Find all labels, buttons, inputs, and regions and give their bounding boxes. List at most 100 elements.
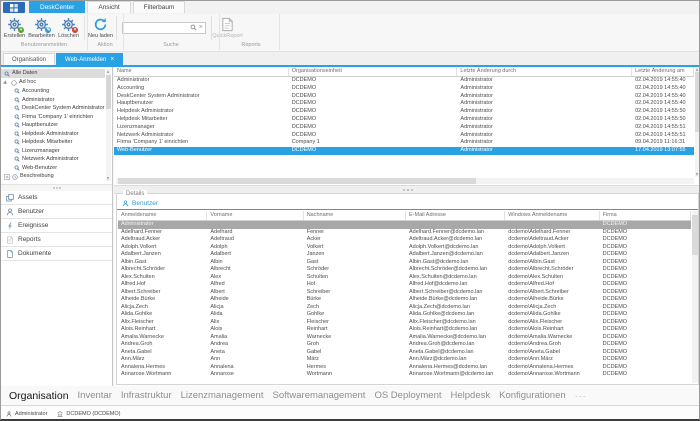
nav-item-konfigurationen[interactable]: Konfigurationen [499,390,566,401]
column-header-anmeldename[interactable]: Anmeldename [118,211,207,220]
doc-tab-web-anmelden[interactable]: Web-Anmelden× [56,53,123,65]
table-row[interactable]: Albin.GastAlbinGastAlbin.Gast@dcdemo.lan… [118,259,691,267]
nav-item-softwaremanagement[interactable]: Softwaremanagement [272,390,365,401]
nav-item-infrastruktur[interactable]: Infrastruktur [121,390,172,401]
sidebar-section-benutzer[interactable]: Benutzer [1,205,112,219]
table-row[interactable]: Alix.FleischerAlixFleischerAlix.Fleische… [118,319,691,327]
tree-item-web-benutzer[interactable]: Web-Benutzer [1,164,105,173]
scrollbar-thumb[interactable] [106,75,111,109]
folder-circle-icon [11,80,17,86]
nav-item-inventar[interactable]: Inventar [78,390,112,401]
chevron-expander-icon[interactable] [4,80,9,85]
details-tab-benutzer[interactable]: Benutzer [132,200,158,207]
tree-item-helpdesk-administrator[interactable]: Helpdesk Administrator [1,130,105,139]
table-row[interactable]: Firma 'Company 1' einrichtenCompany 1Adm… [114,139,694,147]
column-header-windows-anmeldename[interactable]: Windows Anmeldename [505,211,599,220]
sidebar-section-dokumente[interactable]: Dokumente [1,247,112,261]
column-header-e-mail-adresse[interactable]: E-Mail Adresse [406,211,505,220]
table-row[interactable]: Adeltraud.AckerAdeltraudAckerAdeltraud.A… [118,236,691,244]
tree-group-ad-hoc[interactable]: Ad hoc [1,78,105,87]
erstellen-button[interactable]: +Erstellen [1,15,28,41]
ribbon-tab-ansicht[interactable]: Ansicht [87,1,130,13]
search-input[interactable] [125,25,190,31]
scrollbar-thumb[interactable] [692,215,698,255]
table-row[interactable]: Alida.GohlkeAlidaGohlkeAlida.Gohlke@dcde… [118,311,691,319]
tree-item-accounting[interactable]: Accounting [1,87,105,96]
app-menu-button[interactable] [3,2,25,13]
plus-expander-icon[interactable] [4,174,10,180]
sidebar-section-reports[interactable]: Reports [1,233,112,247]
ribbon-tab-deskcenter[interactable]: DeskCenter [29,1,85,13]
table-row[interactable]: Amalia.WarneckeAmaliaWarneckeAmalia.Warn… [118,334,691,342]
table-row[interactable]: HauptbenutzerDCDEMOAdministrator02.04.20… [114,100,694,108]
table-row[interactable]: DeskCenter System AdministratorDCDEMOAdm… [114,93,694,101]
table-row[interactable]: Albrecht.SchröderAlbrechtSchröderAlbrech… [118,266,691,274]
column-header-firma[interactable]: Firma [600,211,691,220]
table-row[interactable]: Adolph.VolkertAdolphVolkertAdolph.Volker… [118,244,691,252]
tree-item-netzwerk-administrator[interactable]: Netzwerk Administrator [1,155,105,164]
table-row[interactable]: Alfred.HofAlfredHofAlfred.Hof@dcdemo.lan… [118,281,691,289]
table-row[interactable]: Albert.SchreiberAlbertSchreiberAlbert.Sc… [118,289,691,297]
nav-more-ellipsis[interactable]: ··· [575,391,587,401]
scroll-down-icon[interactable] [107,177,109,180]
ribbon-tab-filterbaum[interactable]: Filterbaum [133,1,186,13]
table-row[interactable]: LizenzmanagerDCDEMOAdministrator02.04.20… [114,124,694,132]
details-vertical-scrollbar[interactable] [692,211,698,383]
nav-item-lizenzmanagement[interactable]: Lizenzmanagement [181,390,264,401]
close-icon[interactable]: × [110,56,114,63]
tree-item-helpdesk-mitarbeiter[interactable]: Helpdesk Mitarbeiter [1,138,105,147]
table-row[interactable]: Adelhard.FennerAdelhardFennerAdelhard.Fe… [118,229,691,237]
table-row[interactable]: Helpdesk AdministratorDCDEMOAdministrato… [114,108,694,116]
table-row[interactable]: Alex.SchultenAlexSchultenAlex.Schulten@d… [118,274,691,282]
column-header-letzte-nderung-am[interactable]: Letzte Änderung am [632,67,694,76]
table-row[interactable]: Alheide.BürkeAlheideBürkeAlheide.Bürke@d… [118,296,691,304]
table-row[interactable]: Annarose.WortmannAnnaroseWortmannAnnaros… [118,371,691,379]
tree-item-alle-daten[interactable]: Alle Daten [1,69,105,78]
table-row[interactable]: Alicja.ZechAlicjaZechAlicja.Zech@dcdemo.… [118,304,691,312]
table-row[interactable]: AccountingDCDEMOAdministrator02.04.2019 … [114,85,694,93]
scroll-up-icon[interactable] [696,68,698,71]
column-header-name[interactable]: Name [114,67,289,76]
table-row[interactable]: Helpdesk MitarbeiterDCDEMOAdministrator0… [114,116,694,124]
report-icon [6,236,14,244]
tree-scrollbar[interactable] [106,69,111,181]
table-row[interactable]: Andrea.GrohAndreaGrohAndrea.Groh@dcdemo.… [118,341,691,349]
nav-item-organisation[interactable]: Organisation [9,390,69,402]
search-clear-icon[interactable]: × [199,24,203,32]
tree-item-lizenzmanager[interactable]: Lizenzmanager [1,147,105,156]
scrollbar-thumb[interactable] [118,178,476,184]
table-row[interactable]: Ann.MärzAnnMärzAnn.März@dcdemo.landcdemo… [118,356,691,364]
scroll-down-icon[interactable] [696,173,698,176]
tree-item-administrator[interactable]: Administrator [1,96,105,105]
table-row[interactable]: Annalena.HermesAnnalenaHermesAnnalena.He… [118,364,691,372]
column-header-letzte-nderung-durch[interactable]: Letzte Änderung durch [457,67,632,76]
table-row[interactable]: Web-BenutzerDCDEMOAdministrator17.04.201… [114,147,694,155]
search-icon[interactable] [190,24,197,31]
grid-horizontal-scrollbar[interactable] [116,178,694,184]
sidebar-section-ereignisse[interactable]: Ereignisse [1,219,112,233]
table-row[interactable]: AdministratorDCDEMO [118,221,691,229]
scrollbar-thumb[interactable] [695,72,700,132]
doc-tab-organisation[interactable]: Organisation [3,53,55,65]
table-row[interactable]: AdministratorDCDEMOAdministrator02.04.20… [114,77,694,85]
table-row[interactable]: Aneta.GabelAnetaGabelAneta.Gabel@dcdemo.… [118,349,691,357]
tree-item-firma-company-1-einrichten[interactable]: Firma 'Company 1' einrichten [1,113,105,122]
table-row[interactable]: Alois.ReinhartAloisReinhartAlois.Reinhar… [118,326,691,334]
column-header-organisationseinheit[interactable]: Organisationseinheit [289,67,458,76]
bearbeiten-button[interactable]: ✎Bearbeiten [28,15,55,41]
tree-group-beschreibung[interactable]: Beschreibung [1,172,105,181]
table-row[interactable]: Adalbert.JanzenAdalbertJanzenAdalbert.Ja… [118,251,691,259]
nav-item-helpdesk[interactable]: Helpdesk [451,390,491,401]
löschen-button[interactable]: ×Löschen [55,15,82,41]
sidebar-section-assets[interactable]: Assets [1,191,112,205]
column-header-nachname[interactable]: Nachname [304,211,406,220]
grid-vertical-scrollbar[interactable] [695,67,700,177]
nav-item-os-deployment[interactable]: OS Deployment [374,390,441,401]
neu-laden-button[interactable]: Neu laden [87,15,114,41]
tree-item-label: Firma 'Company 1' einrichten [22,113,93,122]
tree-item-hauptbenutzer[interactable]: Hauptbenutzer [1,121,105,130]
table-row[interactable]: Netzwerk AdministratorDCDEMOAdministrato… [114,132,694,140]
column-header-vorname[interactable]: Vorname [207,211,303,220]
scroll-up-icon[interactable] [107,70,109,73]
tree-item-deskcenter-system-administrator[interactable]: DeskCenter System Administrator [1,104,105,113]
